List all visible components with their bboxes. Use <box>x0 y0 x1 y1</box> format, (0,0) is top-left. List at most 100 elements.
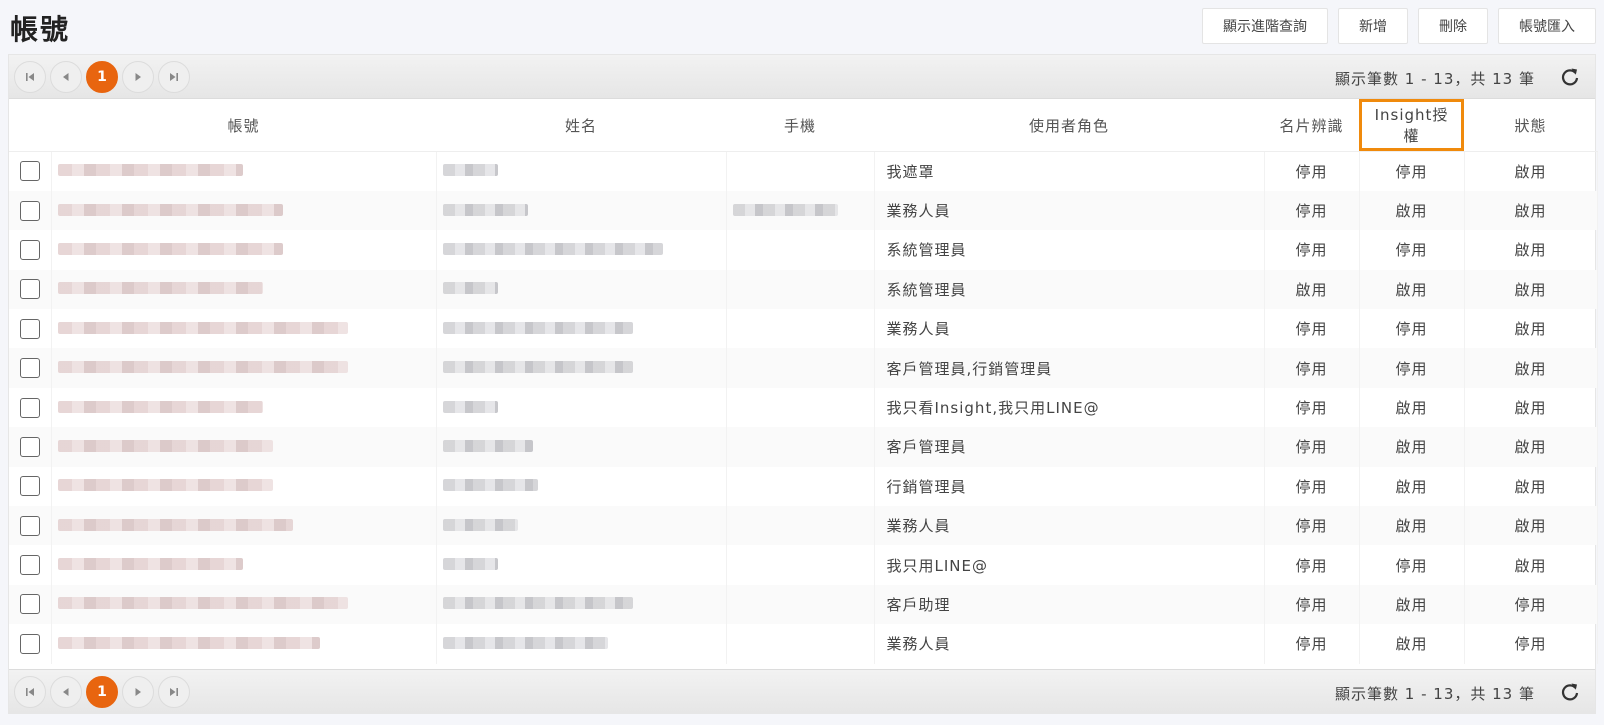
name-cell <box>436 427 727 467</box>
first-page-icon <box>26 73 34 81</box>
mobile-cell <box>726 506 875 546</box>
insight-header-highlight: Insight授權 <box>1359 99 1464 151</box>
row-checkbox[interactable] <box>19 397 40 418</box>
status-column-header[interactable]: 狀態 <box>1464 99 1597 152</box>
row-checkbox[interactable] <box>19 358 40 379</box>
pager-buttons: 1 <box>14 676 190 708</box>
name-column-header[interactable]: 姓名 <box>436 99 726 152</box>
delete-button[interactable]: 刪除 <box>1418 8 1488 44</box>
role-cell: 我遮罩 <box>874 151 1265 191</box>
row-checkbox[interactable] <box>19 200 40 221</box>
card-recognition-cell: 啟用 <box>1264 269 1360 310</box>
mobile-column-header[interactable]: 手機 <box>726 99 874 152</box>
table-row[interactable]: 系統管理員 停用 停用 啟用 <box>9 230 1598 270</box>
card-recognition-cell: 停用 <box>1264 387 1360 428</box>
table-row[interactable]: 業務人員 停用 啟用 啟用 <box>9 506 1598 546</box>
mobile-cell <box>726 230 875 270</box>
last-page-button[interactable] <box>158 676 190 708</box>
refresh-button[interactable] <box>1559 66 1581 88</box>
refresh-icon <box>1561 683 1579 701</box>
insight-cell: 啟用 <box>1359 624 1465 664</box>
table-row[interactable]: 我只看Insight,我只用LINE@ 停用 啟用 啟用 <box>9 387 1598 428</box>
page-1-button[interactable]: 1 <box>86 676 118 708</box>
table-row[interactable]: 業務人員 停用 停用 啟用 <box>9 309 1598 349</box>
row-checkbox[interactable] <box>19 594 40 615</box>
insight-cell: 啟用 <box>1359 584 1465 625</box>
card-recognition-cell: 停用 <box>1264 230 1360 270</box>
row-checkbox[interactable] <box>19 436 40 457</box>
status-cell: 啟用 <box>1464 506 1598 546</box>
insight-cell: 啟用 <box>1359 506 1465 546</box>
table-row[interactable]: 我遮罩 停用 停用 啟用 <box>9 151 1598 191</box>
mobile-cell <box>726 309 875 349</box>
page-1-button[interactable]: 1 <box>86 61 118 93</box>
card-recognition-cell: 停用 <box>1264 151 1360 191</box>
table-row[interactable]: 我只用LINE@ 停用 停用 啟用 <box>9 545 1598 585</box>
first-page-button[interactable] <box>14 676 46 708</box>
table-row[interactable]: 客戶管理員 停用 啟用 啟用 <box>9 427 1598 467</box>
role-cell: 我只看Insight,我只用LINE@ <box>874 387 1265 428</box>
last-page-button[interactable] <box>158 61 190 93</box>
prev-page-icon <box>63 688 69 696</box>
name-cell <box>436 348 727 388</box>
row-checkbox[interactable] <box>19 279 40 300</box>
add-button[interactable]: 新增 <box>1338 8 1408 44</box>
next-page-icon <box>135 73 141 81</box>
accounts-table: 帳號 姓名 手機 使用者角色 名片辨識 Insight授權 狀態 我遮罩 停用 <box>9 99 1598 664</box>
advanced-search-button[interactable]: 顯示進階查詢 <box>1202 8 1328 44</box>
import-accounts-button[interactable]: 帳號匯入 <box>1498 8 1596 44</box>
name-cell <box>436 584 727 625</box>
name-cell <box>436 506 727 546</box>
last-page-icon <box>170 688 178 696</box>
row-checkbox[interactable] <box>19 318 40 339</box>
next-page-button[interactable] <box>122 676 154 708</box>
table-row[interactable]: 業務人員 停用 啟用 停用 <box>9 624 1598 664</box>
insight-cell: 啟用 <box>1359 466 1465 507</box>
card-recognition-cell: 停用 <box>1264 624 1360 664</box>
refresh-button[interactable] <box>1559 681 1581 703</box>
last-page-icon <box>170 73 178 81</box>
select-column-header <box>9 99 51 152</box>
page-header: 帳號 顯示進階查詢 新增 刪除 帳號匯入 <box>0 0 1604 54</box>
row-checkbox[interactable] <box>19 555 40 576</box>
role-cell: 業務人員 <box>874 506 1265 546</box>
mobile-cell <box>726 387 875 428</box>
role-column-header[interactable]: 使用者角色 <box>874 99 1264 152</box>
table-row[interactable]: 行銷管理員 停用 啟用 啟用 <box>9 466 1598 507</box>
row-checkbox[interactable] <box>19 476 40 497</box>
account-cell <box>51 309 437 349</box>
role-cell: 系統管理員 <box>874 269 1265 310</box>
table-row[interactable]: 客戶助理 停用 啟用 停用 <box>9 584 1598 625</box>
account-cell <box>51 230 437 270</box>
role-cell: 業務人員 <box>874 624 1265 664</box>
mobile-cell <box>726 348 875 388</box>
first-page-icon <box>26 688 34 696</box>
name-cell <box>436 269 727 310</box>
row-checkbox[interactable] <box>19 515 40 536</box>
row-checkbox[interactable] <box>19 161 40 182</box>
insight-column-header[interactable]: Insight授權 <box>1359 99 1464 152</box>
row-checkbox[interactable] <box>19 239 40 260</box>
account-column-header[interactable]: 帳號 <box>51 99 436 152</box>
page-title: 帳號 <box>10 13 71 46</box>
status-cell: 啟用 <box>1464 466 1598 507</box>
prev-page-icon <box>63 73 69 81</box>
table-row[interactable]: 客戶管理員,行銷管理員 停用 停用 啟用 <box>9 348 1598 388</box>
next-page-button[interactable] <box>122 61 154 93</box>
account-cell <box>51 427 437 467</box>
account-cell <box>51 387 437 428</box>
prev-page-button[interactable] <box>50 61 82 93</box>
card-recognition-column-header[interactable]: 名片辨識 <box>1264 99 1359 152</box>
table-row[interactable]: 業務人員 停用 啟用 啟用 <box>9 190 1598 231</box>
account-cell <box>51 269 437 310</box>
row-checkbox[interactable] <box>19 633 40 654</box>
prev-page-button[interactable] <box>50 676 82 708</box>
mobile-cell <box>726 584 875 625</box>
name-cell <box>436 309 727 349</box>
mobile-cell <box>726 624 875 664</box>
account-cell <box>51 466 437 507</box>
next-page-icon <box>135 688 141 696</box>
first-page-button[interactable] <box>14 61 46 93</box>
insight-cell: 停用 <box>1359 230 1465 270</box>
table-row[interactable]: 系統管理員 啟用 啟用 啟用 <box>9 269 1598 310</box>
